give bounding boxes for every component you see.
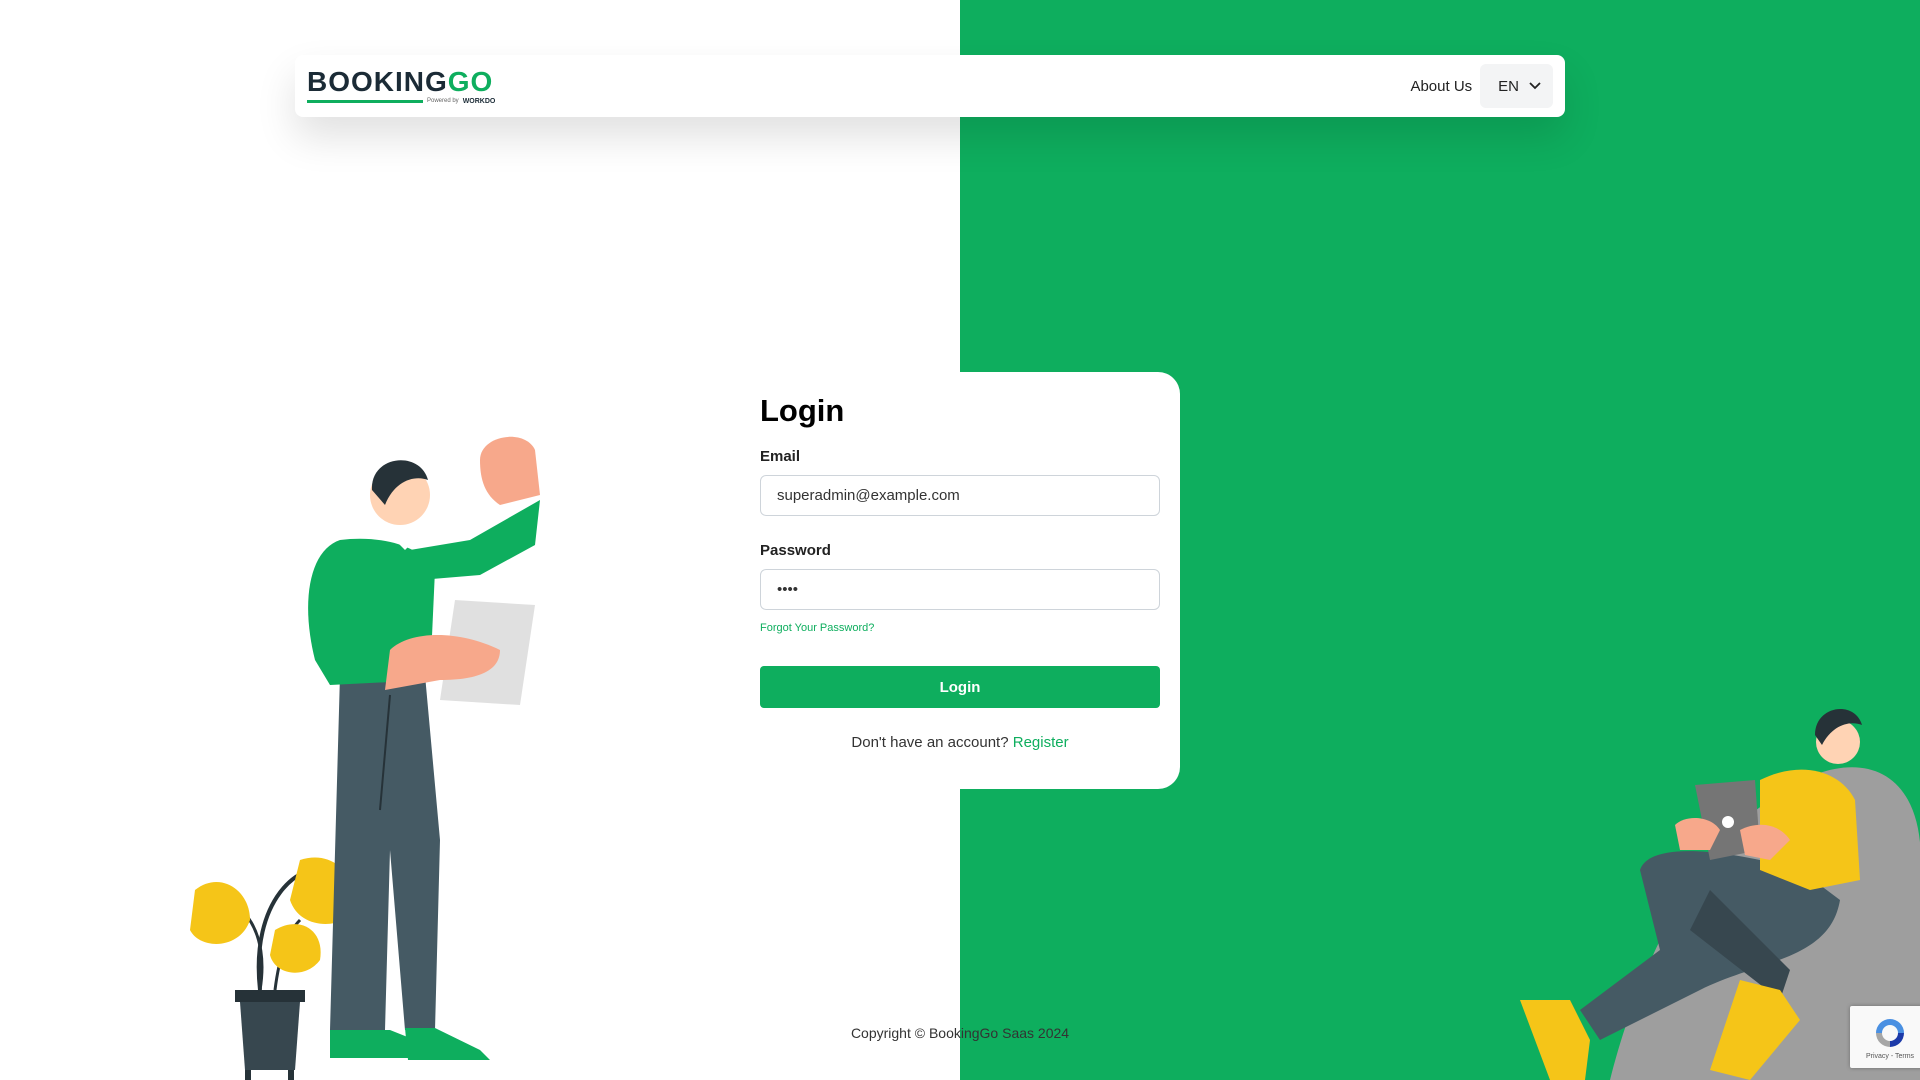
forgot-password-link[interactable]: Forgot Your Password? xyxy=(760,622,1160,634)
language-value: EN xyxy=(1498,77,1519,95)
language-dropdown[interactable]: EN xyxy=(1480,64,1553,108)
password-label: Password xyxy=(760,542,831,559)
recaptcha-terms[interactable]: Privacy - Terms xyxy=(1866,1053,1914,1060)
register-link[interactable]: Register xyxy=(1013,734,1069,751)
standing-man-illustration xyxy=(190,436,540,1080)
register-prompt: Don't have an account? Register xyxy=(760,734,1160,751)
copyright-text: Copyright © BookingGo Saas 2024 xyxy=(850,1025,1070,1041)
logo-text-accent: GO xyxy=(447,65,494,97)
recaptcha-icon xyxy=(1876,1018,1904,1047)
login-card: Login Email Password Forgot Your Passwor… xyxy=(740,372,1180,789)
top-navbar: BOOKINGGO Powered by WORKDO About Us EN xyxy=(295,55,1565,117)
password-field[interactable] xyxy=(760,569,1160,610)
login-title: Login xyxy=(760,393,845,428)
email-label: Email xyxy=(760,448,801,465)
about-us-link[interactable]: About Us xyxy=(1410,78,1472,95)
logo-text-main: BOOKING xyxy=(307,65,448,97)
no-account-text: Don't have an account? xyxy=(851,734,1009,751)
logo-brand: WORKDO xyxy=(462,97,496,105)
chevron-down-icon xyxy=(1529,82,1541,90)
login-button[interactable]: Login xyxy=(760,666,1160,708)
logo-underline xyxy=(307,99,423,103)
bookinggo-logo[interactable]: BOOKINGGO Powered by WORKDO xyxy=(307,65,496,105)
email-field[interactable] xyxy=(760,475,1160,516)
recaptcha-badge[interactable]: Privacy - Terms xyxy=(1850,1006,1920,1068)
logo-powered-by: Powered by xyxy=(427,98,459,104)
